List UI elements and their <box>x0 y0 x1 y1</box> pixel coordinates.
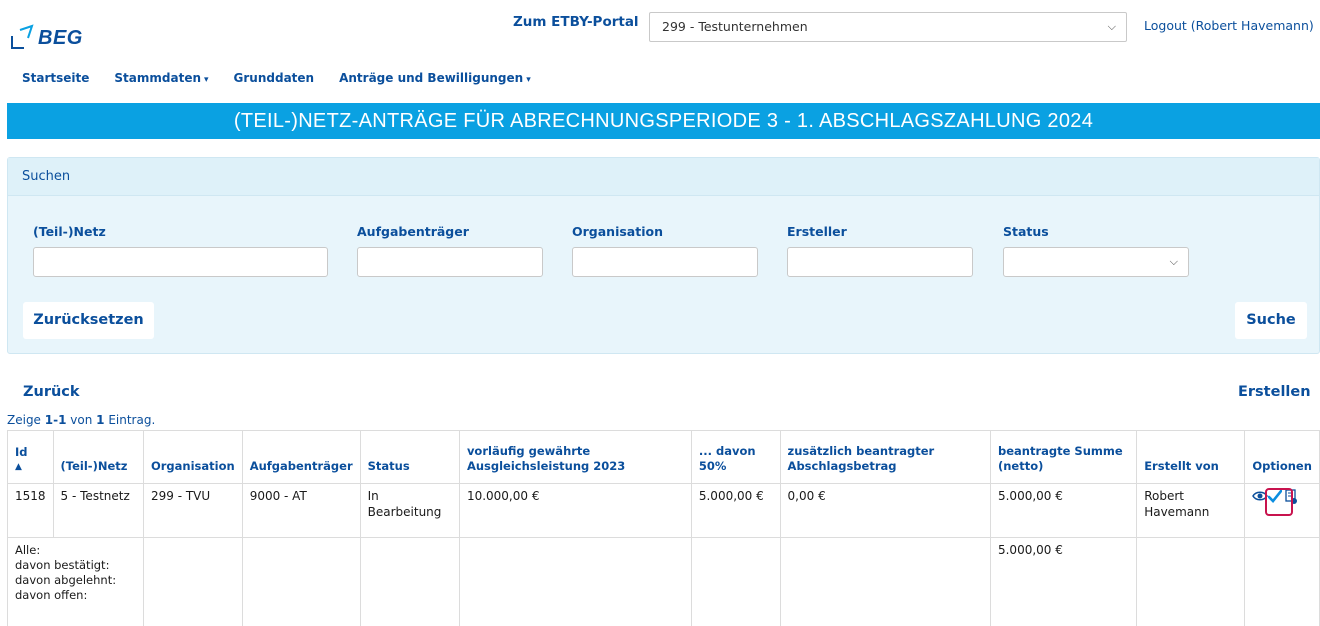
cell-organisation: 299 - TVU <box>142 483 243 538</box>
totals-label-alle: Alle: <box>15 543 41 557</box>
organisation-input[interactable] <box>572 247 758 277</box>
col-header-netz[interactable]: (Teil-)Netz <box>52 430 144 484</box>
cell-optionen <box>1244 483 1320 538</box>
summary-middle: von <box>66 413 97 427</box>
summary-prefix: Zeige <box>7 413 45 427</box>
document-icon[interactable] <box>1284 489 1298 510</box>
ersteller-label: Ersteller <box>787 224 847 239</box>
netz-input[interactable] <box>33 247 328 277</box>
status-select[interactable]: ⌵ <box>1003 247 1189 277</box>
cell-status: In Bearbeitung <box>359 483 460 538</box>
logout-link[interactable]: Logout (Robert Havemann) <box>1144 18 1314 33</box>
aufgabentraeger-label: Aufgabenträger <box>357 224 469 239</box>
aufgabentraeger-input[interactable] <box>357 247 543 277</box>
chevron-down-icon: ⌵ <box>1107 20 1116 33</box>
cell-id: 1518 <box>7 483 54 538</box>
col-header-erstellt[interactable]: Erstellt von <box>1136 430 1246 484</box>
nav-item-label: Grunddaten <box>233 71 315 85</box>
eye-icon[interactable] <box>1252 489 1269 508</box>
col-header-id[interactable]: Id ▲ <box>7 430 54 484</box>
etby-portal-link[interactable]: Zum ETBY-Portal <box>513 14 639 30</box>
col-header-zusaetzlich[interactable]: zusätzlich beantragter Abschlagsbetrag <box>779 430 991 484</box>
totals-label-bestaetigt: davon bestätigt: <box>15 557 110 572</box>
chevron-down-icon: ⌵ <box>1169 255 1178 268</box>
nav-item-label: Stammdaten <box>114 71 201 85</box>
page-title: (TEIL-)NETZ-ANTRÄGE FÜR ABRECHNUNGSPERIO… <box>7 103 1320 139</box>
totals-cell <box>1244 537 1320 626</box>
nav-item-label: Startseite <box>22 71 90 85</box>
logo-mark-icon <box>11 24 34 49</box>
col-header-optionen: Optionen <box>1244 430 1320 484</box>
totals-label-offen: davon offen: <box>15 587 88 602</box>
search-panel-title[interactable]: Suchen <box>8 158 1319 196</box>
organisation-label: Organisation <box>572 224 663 239</box>
search-button[interactable]: Suche <box>1235 302 1307 339</box>
sort-ascending-icon: ▲ <box>15 461 22 472</box>
result-summary: Zeige 1-1 von 1 Eintrag. <box>7 413 155 427</box>
summary-suffix: Eintrag. <box>104 413 156 427</box>
summary-total: 1 <box>96 413 105 427</box>
main-nav: Startseite Stammdaten ▾ Grunddaten Anträg… <box>22 71 556 85</box>
table-row: 1518 5 - Testnetz 299 - TVU 9000 - AT In… <box>7 483 1320 538</box>
totals-cell <box>1136 537 1246 626</box>
summary-range: 1-1 <box>44 413 67 427</box>
nav-item-startseite[interactable]: Startseite <box>22 71 89 85</box>
col-header-aufgabentraeger[interactable]: Aufgabenträger <box>241 430 361 484</box>
antraege-table: Id ▲ (Teil-)Netz Organisation Aufgabenträ… <box>7 430 1320 626</box>
totals-cell <box>779 537 991 626</box>
caret-down-icon: ▾ <box>204 75 209 85</box>
totals-labels: Alle: davon bestätigt: davon abgelehnt: … <box>7 537 144 626</box>
logo-text: BEG <box>38 27 83 49</box>
cell-netz: 5 - Testnetz <box>52 483 144 538</box>
totals-cell <box>690 537 781 626</box>
totals-cell <box>241 537 361 626</box>
col-header-label: Id <box>15 445 28 460</box>
cell-davon50: 5.000,00 € <box>690 483 781 538</box>
col-header-davon50[interactable]: ... davon 50% <box>690 430 781 484</box>
beg-logo[interactable]: BEG <box>10 20 83 50</box>
totals-summe: 5.000,00 € <box>989 537 1138 626</box>
back-link[interactable]: Zurück <box>23 384 80 400</box>
nav-item-antraege[interactable]: Anträge und Bewilligungen ▾ <box>339 71 531 85</box>
col-header-organisation[interactable]: Organisation <box>142 430 243 484</box>
table-header-row: Id ▲ (Teil-)Netz Organisation Aufgabenträ… <box>7 430 1320 484</box>
ersteller-input[interactable] <box>787 247 973 277</box>
create-link[interactable]: Erstellen <box>1238 384 1311 400</box>
nav-item-grunddaten[interactable]: Grunddaten <box>234 71 315 85</box>
company-select-value: 299 - Testunternehmen <box>662 19 808 34</box>
cell-summe: 5.000,00 € <box>989 483 1138 538</box>
status-label: Status <box>1003 224 1049 239</box>
nav-item-stammdaten[interactable]: Stammdaten ▾ <box>114 71 208 85</box>
col-header-vorlaeufig[interactable]: vorläufig gewährte Ausgleichsleistung 20… <box>458 430 692 484</box>
check-icon[interactable] <box>1268 489 1283 508</box>
cell-aufgabentraeger: 9000 - AT <box>241 483 361 538</box>
company-select[interactable]: 299 - Testunternehmen ⌵ <box>649 12 1127 42</box>
reset-button[interactable]: Zurücksetzen <box>23 302 154 339</box>
table-totals-row: Alle: davon bestätigt: davon abgelehnt: … <box>7 537 1320 626</box>
cell-erstellt: Robert Havemann <box>1136 483 1246 538</box>
cell-zusaetzlich: 0,00 € <box>779 483 991 538</box>
totals-label-abgelehnt: davon abgelehnt: <box>15 572 117 587</box>
col-header-summe[interactable]: beantragte Summe (netto) <box>989 430 1138 484</box>
nav-item-label: Anträge und Bewilligungen <box>339 71 524 85</box>
totals-cell <box>458 537 692 626</box>
row-options <box>1252 489 1312 509</box>
search-panel: Suchen (Teil-)Netz Aufgabenträger Organi… <box>7 157 1320 354</box>
netz-label: (Teil-)Netz <box>33 224 106 239</box>
col-header-status[interactable]: Status <box>359 430 460 484</box>
totals-cell <box>359 537 460 626</box>
cell-vorlaeufig: 10.000,00 € <box>458 483 692 538</box>
caret-down-icon: ▾ <box>526 75 531 85</box>
totals-cell <box>142 537 243 626</box>
